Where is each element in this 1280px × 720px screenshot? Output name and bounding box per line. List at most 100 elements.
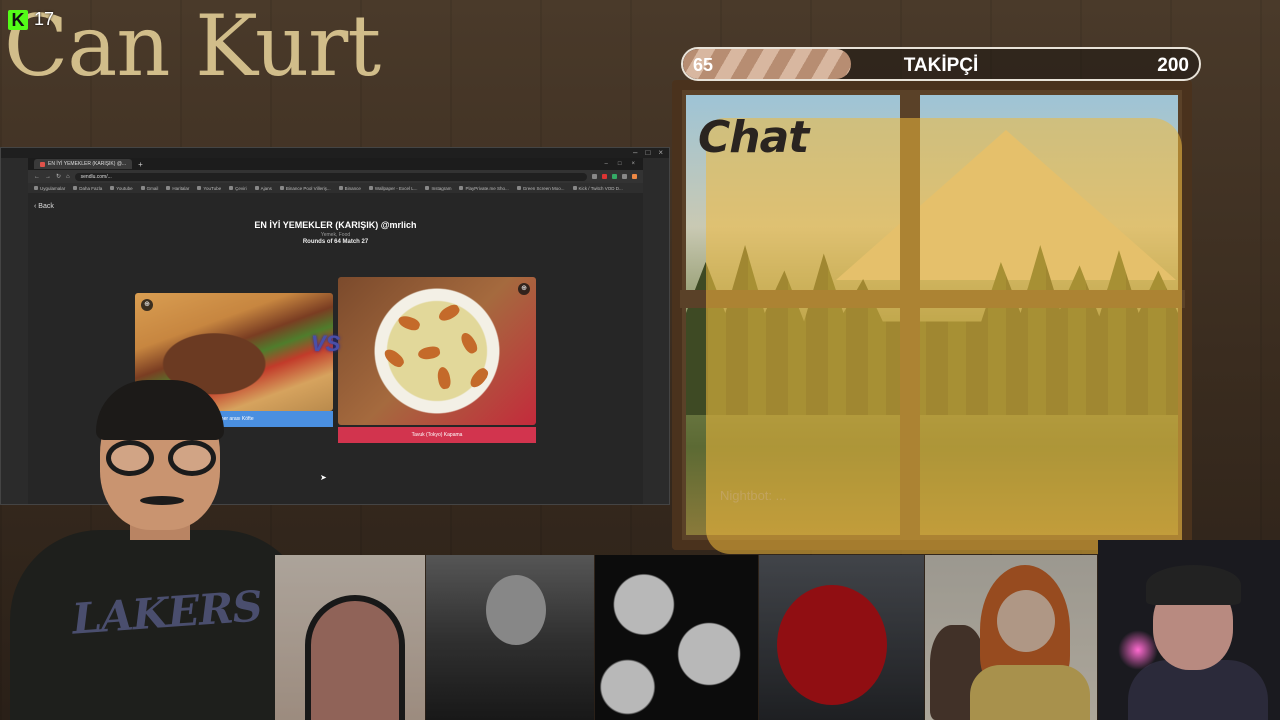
bookmark-label: Çeviri	[235, 185, 247, 191]
bookmark-favicon-icon	[338, 186, 343, 190]
bookmark-label: Youtube	[116, 185, 133, 191]
streamer-avatar: LAKERS	[0, 380, 320, 720]
minimize-icon[interactable]: –	[633, 148, 637, 158]
bookmark-item[interactable]: Ajans	[254, 185, 272, 191]
glasses-icon	[106, 440, 216, 476]
thumbnail-2	[426, 555, 594, 720]
bookmark-favicon-icon	[229, 186, 234, 190]
bookmark-favicon-icon	[166, 186, 171, 190]
zoom-icon[interactable]: ⊕	[518, 283, 530, 295]
bookmark-label: Binance	[344, 185, 361, 191]
reload-icon[interactable]: ↻	[56, 173, 61, 180]
bookmark-favicon-icon	[425, 186, 430, 190]
extensions-bar	[592, 174, 637, 179]
food-detail	[381, 346, 407, 370]
mouse-cursor-icon: ➤	[320, 473, 327, 482]
bookmark-favicon-icon	[197, 186, 202, 190]
extension-icon[interactable]	[602, 174, 607, 179]
bookmark-label: Daha Fazla	[79, 185, 103, 191]
webcam-feed	[1098, 540, 1280, 720]
forward-arrow-icon[interactable]: →	[45, 174, 51, 180]
avatar-hair	[96, 380, 224, 440]
profile-icon[interactable]	[632, 174, 637, 179]
maximize-icon[interactable]: □	[645, 148, 650, 158]
bookmark-item[interactable]: Haritalar	[166, 186, 189, 191]
zoom-icon[interactable]: ⊕	[141, 299, 153, 311]
tab-favicon-icon	[40, 161, 45, 167]
person-headphones	[1146, 565, 1241, 605]
bookmark-item[interactable]: PlayPrivate.me Sho...	[459, 185, 509, 191]
bookmark-label: PlayPrivate.me Sho...	[465, 185, 509, 191]
thumbnail-4	[759, 555, 924, 720]
extension-icon[interactable]	[592, 174, 597, 179]
choice-card-right[interactable]: ⊕	[338, 277, 536, 425]
bookmark-item[interactable]: Wallpaper - Excel L...	[368, 185, 418, 191]
bookmark-favicon-icon	[73, 186, 78, 190]
food-detail	[467, 365, 491, 391]
bookmark-item[interactable]: Gmail	[140, 185, 159, 191]
follower-goal-bar: 65 TAKİPÇİ 200	[681, 47, 1201, 81]
thumbnail-5	[925, 555, 1097, 720]
bookmark-item[interactable]: Binance	[338, 185, 361, 191]
close-icon[interactable]: ×	[631, 161, 635, 167]
bookmark-label: Kick / Twitch VOD D...	[578, 185, 623, 191]
dim-overlay	[595, 555, 758, 720]
glasses-lens	[168, 440, 216, 476]
dim-overlay	[925, 555, 1097, 720]
choice-button-right[interactable]: Tavuk (Tokyo) Kapama	[338, 427, 536, 443]
viewer-badge: K 17	[8, 9, 54, 30]
bookmark-item[interactable]: Binance Pool Villeriş...	[279, 185, 331, 191]
bookmark-favicon-icon	[516, 186, 521, 190]
bookmark-item[interactable]: Çeviri	[229, 186, 247, 191]
dim-overlay	[759, 555, 924, 720]
url-input[interactable]: sendlu.com/...	[74, 172, 587, 181]
bookmark-favicon-icon	[368, 186, 373, 190]
bookmark-label: Ajans	[260, 185, 272, 191]
dim-overlay	[275, 555, 425, 720]
food-image-right	[338, 277, 536, 425]
bookmark-item[interactable]: Instagram	[425, 186, 451, 191]
bookmark-item[interactable]: Green Screen Moo...	[516, 186, 565, 191]
food-detail	[458, 330, 480, 356]
maximize-icon[interactable]: □	[618, 161, 622, 167]
bookmark-favicon-icon	[459, 186, 464, 190]
extension-icon[interactable]	[622, 174, 627, 179]
chat-title: Chat	[698, 112, 809, 163]
bookmark-item[interactable]: Daha Fazla	[73, 186, 102, 191]
chat-message: Nightbot: ...	[720, 488, 787, 503]
bookmark-label: Instagram	[431, 185, 452, 191]
back-button[interactable]: ‹ Back	[34, 203, 54, 210]
bookmark-favicon-icon	[254, 186, 259, 190]
back-arrow-icon[interactable]: ←	[34, 174, 40, 180]
extension-icon[interactable]	[612, 174, 617, 179]
bookmark-item[interactable]: YouTube	[197, 186, 221, 191]
bookmark-item[interactable]: Kick / Twitch VOD D...	[572, 185, 623, 191]
bookmark-item[interactable]: Youtube	[110, 185, 133, 191]
dim-overlay	[426, 555, 594, 720]
minimize-icon[interactable]: –	[605, 161, 608, 167]
new-tab-icon[interactable]: +	[138, 160, 143, 169]
bookmark-label: Haritalar	[172, 185, 190, 191]
bookmark-label: Wallpaper - Excel L...	[374, 185, 418, 191]
vs-label: VS	[311, 331, 341, 356]
round-info: Rounds of 64 Match 27	[302, 239, 369, 245]
tab-bar: EN İYİ YEMEKLER (KARIŞIK) @... + – □ ×	[28, 158, 643, 170]
address-bar: ← → ↻ ⌂ sendlu.com/...	[28, 170, 643, 183]
home-icon[interactable]: ⌂	[66, 174, 70, 180]
page-title: EN İYİ YEMEKLER (KARIŞIK) @mrlich	[254, 220, 417, 230]
kick-logo-icon: K	[8, 9, 28, 30]
food-detail	[417, 345, 441, 361]
bookmark-label: Uygulamalar	[40, 185, 66, 191]
back-label: Back	[38, 203, 54, 210]
food-detail	[436, 302, 462, 324]
bookmark-label: Gmail	[146, 185, 159, 191]
bookmark-favicon-icon	[279, 186, 284, 190]
bookmark-item[interactable]: Uygulamalar	[34, 186, 65, 191]
close-icon[interactable]: ×	[658, 148, 663, 158]
thumbnail-1	[275, 555, 425, 720]
thumbnail-3	[595, 555, 758, 720]
follower-label: TAKİPÇİ	[903, 55, 979, 76]
tab-title: EN İYİ YEMEKLER (KARIŞIK) @...	[48, 161, 127, 167]
browser-tab[interactable]: EN İYİ YEMEKLER (KARIŞIK) @...	[34, 159, 133, 169]
bookmark-label: Binance Pool Villeriş...	[285, 185, 331, 191]
